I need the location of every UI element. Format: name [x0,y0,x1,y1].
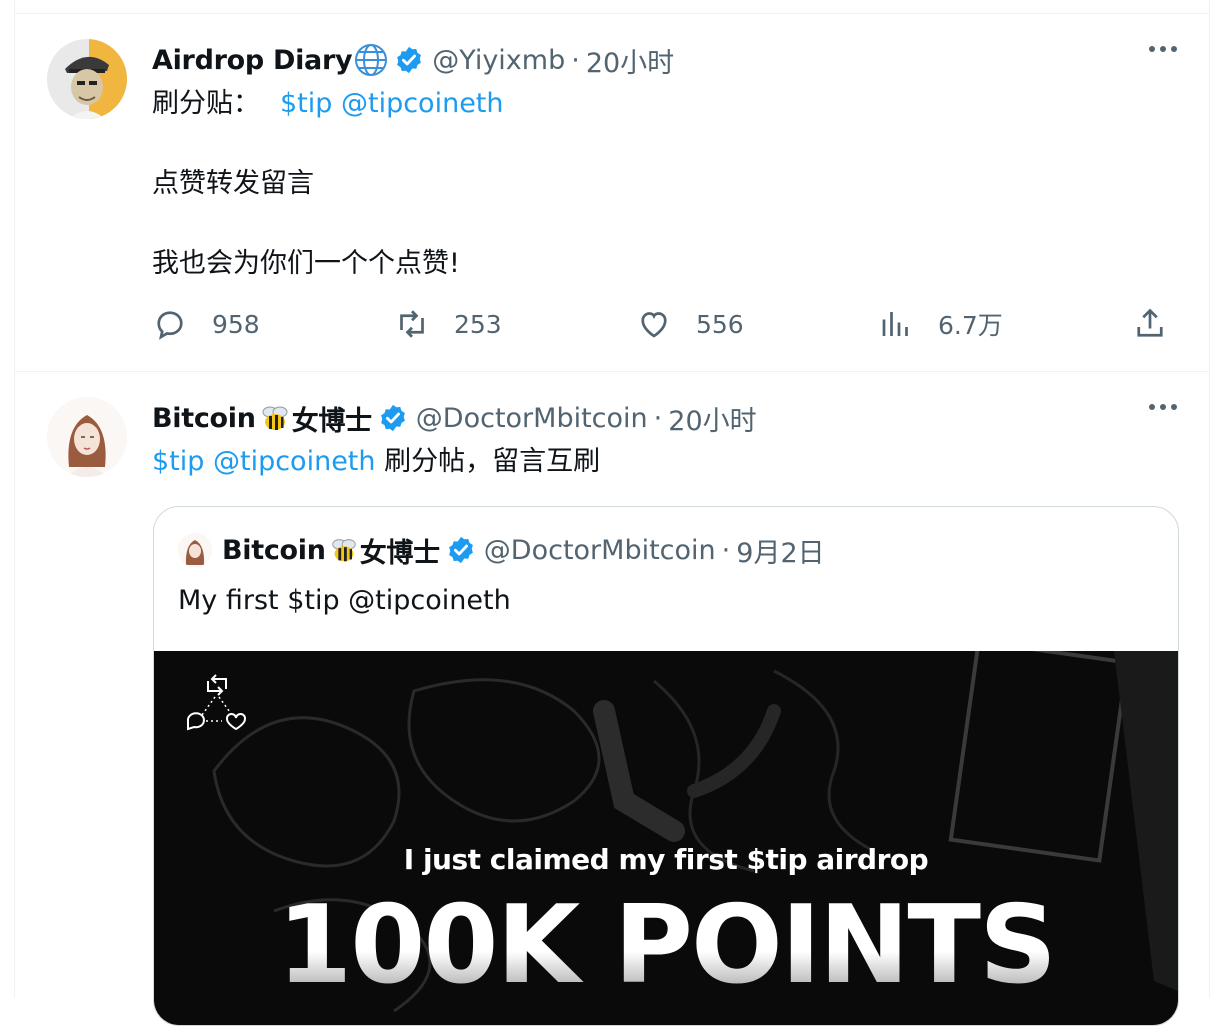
quoted-author-suffix: 女博士 [359,537,440,569]
bee-icon [328,534,360,566]
author-name[interactable]: Airdrop Diary [152,45,353,76]
quoted-author-handle: @DoctorMbitcoin [483,534,716,566]
author-name[interactable]: Bitcoin [152,403,256,434]
verified-badge-icon [378,403,408,433]
tweet-text-prefix: 刷分贴： [152,88,260,119]
more-options-icon[interactable] [1149,46,1177,52]
share-button[interactable] [1132,306,1168,342]
quoted-media-image[interactable]: I just claimed my first $tip airdrop 100… [154,651,1178,1025]
tweet-header: Bitcoin 女博士 @DoctorMbitcoin · 20小时 [152,399,757,438]
analytics-icon [882,312,908,336]
timestamp[interactable]: 20小时 [668,399,756,438]
retweet-count: 253 [454,309,502,339]
tweet-cashtag-mention-link[interactable]: $tip @tipcoineth [152,446,376,477]
tweet-text-line2: 点赞转发留言 [152,168,314,199]
avatar[interactable] [47,39,127,119]
tweet-text-suffix: 刷分帖，留言互刷 [375,446,601,477]
engagement-triangle-icon [186,674,246,731]
separator-dot: · [721,534,731,566]
heart-icon [641,312,667,338]
verified-badge-icon [446,535,476,565]
tweet-text-line1: $tip @tipcoineth 刷分帖，留言互刷 [152,442,600,482]
media-title: 100K POINTS [154,883,1178,1008]
author-handle[interactable]: @Yiyixmb [432,45,565,76]
view-count: 6.7万 [938,311,1003,340]
author-handle[interactable]: @DoctorMbitcoin [416,403,648,434]
quoted-timestamp: 9月2日 [736,537,825,569]
timestamp[interactable]: 20小时 [586,41,674,80]
quoted-tweet[interactable]: Bitcoin 女博士 @DoctorMbitcoin · 9月2日 My fi… [153,506,1179,1026]
share-icon [1137,308,1163,337]
separator-dot: · [653,402,663,434]
avatar[interactable] [47,397,127,477]
tweet-card[interactable]: Bitcoin 女博士 @DoctorMbitcoin · 20小时 $tip … [15,372,1209,1026]
globe-icon [354,43,388,77]
quoted-tweet-header: Bitcoin 女博士 @DoctorMbitcoin · 9月2日 [178,531,825,569]
tweet-card[interactable]: Airdrop Diary @Yiyixmb · 20小时 刷分贴： $tip @… [15,14,1209,371]
retweet-icon [400,310,424,338]
bee-icon [258,401,292,435]
tweet-text-line1: 刷分贴： $tip @tipcoineth [152,84,504,124]
tweet-text-line3: 我也会为你们一个个点赞! [152,248,460,279]
reply-icon [157,311,183,340]
like-count: 556 [696,309,744,339]
quoted-avatar[interactable] [178,533,212,567]
tweet-cashtag-mention-link[interactable]: $tip @tipcoineth [280,88,504,119]
reply-button[interactable]: 958 [152,306,260,342]
tweet-header: Airdrop Diary @Yiyixmb · 20小时 [152,41,674,80]
tweet-actions: 958 253 556 6.7万 [152,306,1182,350]
like-button[interactable]: 556 [636,306,744,342]
quoted-author-name: Bitcoin [222,534,326,566]
media-subtitle: I just claimed my first $tip airdrop [403,843,929,876]
quoted-tweet-text: My first $tip @tipcoineth [178,585,511,616]
verified-badge-icon [394,45,424,75]
separator-dot: · [571,44,580,76]
reply-count: 958 [212,309,260,339]
more-options-icon[interactable] [1149,404,1177,410]
views-button[interactable]: 6.7万 [878,306,1003,342]
author-name-suffix[interactable]: 女博士 [292,399,372,438]
retweet-button[interactable]: 253 [394,306,502,342]
